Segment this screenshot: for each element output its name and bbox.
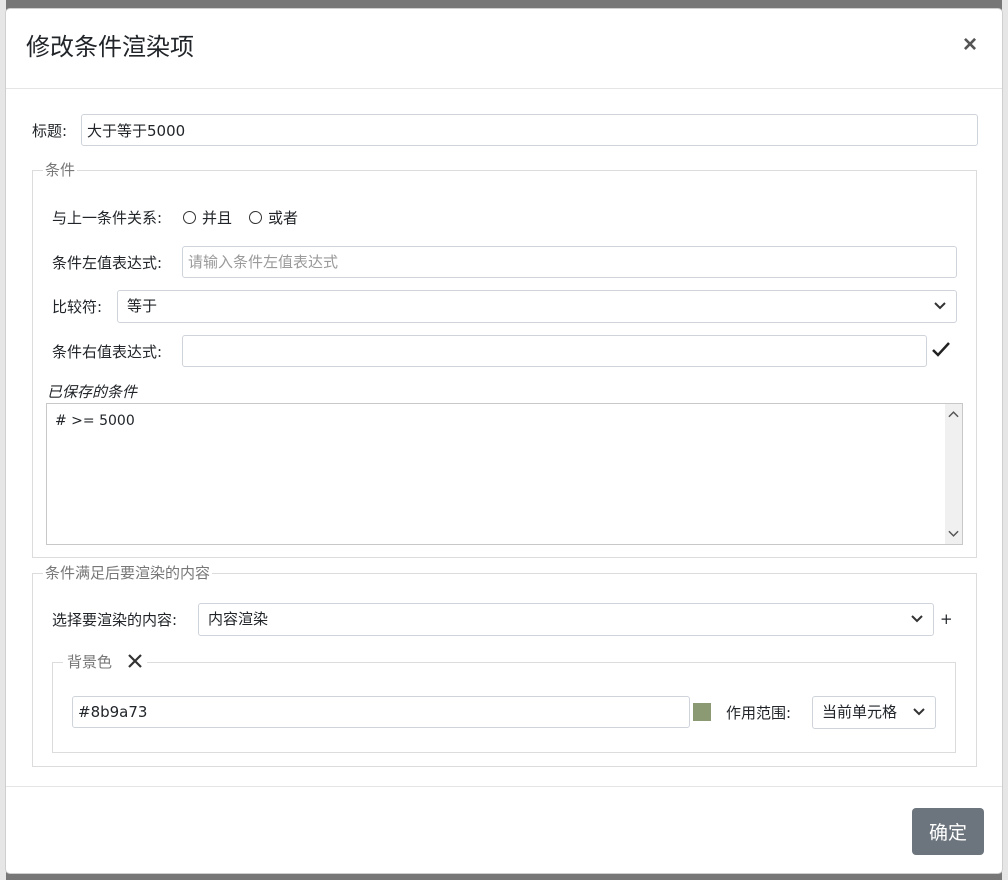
relation-label: 与上一条件关系: [52, 209, 163, 227]
render-content-value: 内容渲染 [208, 610, 269, 628]
right-expression-input[interactable] [182, 335, 927, 367]
comparator-value: 等于 [127, 297, 158, 315]
left-expression-input[interactable] [182, 246, 957, 278]
textarea-scrollbar[interactable] [945, 404, 962, 544]
condition-legend: 条件 [45, 161, 76, 179]
radio-or[interactable] [249, 211, 262, 224]
close-x-icon[interactable] [127, 653, 143, 669]
confirm-button[interactable]: 确定 [912, 808, 984, 855]
scope-value: 当前单元格 [822, 703, 898, 721]
render-content-select[interactable]: 内容渲染 [198, 603, 934, 636]
title-input[interactable] [81, 114, 978, 146]
color-swatch[interactable] [693, 703, 711, 721]
render-content-legend: 条件满足后要渲染的内容 [45, 564, 211, 582]
chevron-down-icon [934, 302, 946, 310]
close-button[interactable]: × [958, 31, 982, 59]
scope-label: 作用范围: [726, 704, 792, 722]
saved-conditions-text: # >= 5000 [55, 413, 135, 429]
comparator-select[interactable]: 等于 [117, 290, 957, 323]
background-color-title: 背景色 [67, 653, 113, 671]
footer-divider [6, 786, 1002, 787]
add-render-button[interactable]: + [940, 609, 953, 629]
chevron-down-icon [913, 708, 925, 716]
scope-select[interactable]: 当前单元格 [812, 696, 936, 729]
chevron-up-icon[interactable] [948, 410, 959, 418]
radio-or-label[interactable]: 或者 [268, 208, 298, 228]
radio-and[interactable] [183, 211, 196, 224]
render-select-label: 选择要渲染的内容: [52, 611, 178, 629]
saved-conditions-label: 已保存的条件 [47, 383, 138, 401]
background-color-input[interactable] [72, 696, 690, 728]
dialog-header: 修改条件渲染项 × [6, 9, 1002, 89]
check-icon[interactable] [932, 340, 952, 358]
left-expression-label: 条件左值表达式: [52, 254, 163, 272]
saved-conditions-textarea[interactable]: # >= 5000 [46, 403, 963, 545]
right-expression-label: 条件右值表达式: [52, 343, 163, 361]
chevron-down-icon [911, 615, 923, 623]
comparator-label: 比较符: [52, 298, 103, 316]
radio-and-label[interactable]: 并且 [202, 208, 232, 228]
dialog-title: 修改条件渲染项 [26, 33, 194, 61]
background-color-legend: 背景色 [63, 653, 147, 671]
edit-condition-dialog: 修改条件渲染项 × 标题: 条件 与上一条件关系: 并且 或者 条件左值表达式:… [5, 8, 1003, 874]
title-label: 标题: [32, 122, 68, 140]
chevron-down-icon[interactable] [948, 530, 959, 538]
